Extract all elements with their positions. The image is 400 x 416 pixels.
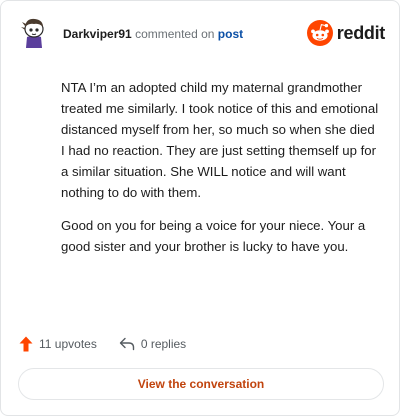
post-link[interactable]: post [218,27,243,41]
snoo-avatar-icon [21,18,44,48]
comment-header: Darkviper91 commented on post reddit [17,15,385,51]
comment-actions: 11 upvotes 0 replies [19,335,186,353]
commented-on-label: commented on [135,27,215,41]
comment-paragraph: NTA I’m an adopted child my maternal gra… [61,80,379,200]
view-conversation-button[interactable]: View the conversation [18,368,384,400]
reddit-snoo-icon [306,20,333,46]
reddit-wordmark: reddit [336,22,386,43]
comment-paragraph: Good on you for being a voice for your n… [61,218,366,254]
comment-embed-card: Darkviper91 commented on post reddit NTA… [0,0,400,416]
upvote-count: 11 upvotes [39,337,97,351]
reddit-logo[interactable]: reddit [306,19,386,47]
comment-body: NTA I’m an adopted child my maternal gra… [61,77,379,257]
reply-button[interactable]: 0 replies [119,337,186,351]
upvote-arrow-icon[interactable] [19,336,33,352]
username[interactable]: Darkviper91 [63,27,132,41]
reply-arrow-icon [119,337,135,351]
reply-count: 0 replies [140,337,187,351]
user-avatar[interactable] [17,15,51,49]
comment-meta: Darkviper91 commented on post [63,27,243,41]
